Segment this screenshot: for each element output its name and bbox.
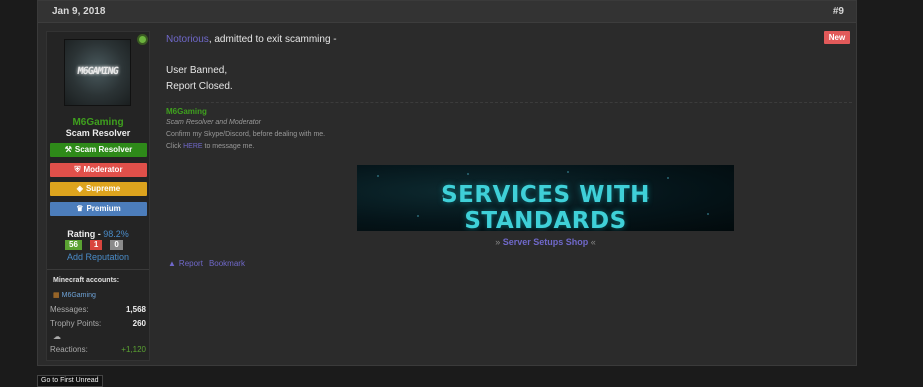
badge-scam-resolver-label: Scam Resolver (74, 145, 133, 154)
badge-supreme: ◈ Supreme (50, 182, 147, 196)
banner-star (467, 173, 469, 175)
message-line-3: Report Closed. (166, 81, 233, 92)
badge-supreme-label: Supreme (85, 184, 121, 193)
message-line-1-text: , admitted to exit scamming - (208, 34, 337, 45)
badge-scam-resolver: ⚒ Scam Resolver (50, 143, 147, 157)
signature-click-post: to message me. (202, 143, 255, 150)
bookmark-link[interactable]: Bookmark (209, 259, 245, 268)
minecraft-account-name: M6Gaming (61, 292, 96, 299)
badge-premium-label: Premium (86, 204, 121, 213)
rating-negative: 1 (89, 240, 103, 250)
banner-text: SERVICES WITH STANDARDS (441, 182, 650, 231)
online-status-icon (137, 34, 148, 45)
signature-separator (166, 102, 852, 103)
rating-neutral: 0 (110, 240, 123, 250)
stat-messages: Messages: 1,568 (50, 305, 146, 314)
shop-line: » Server Setups Shop « (166, 237, 734, 247)
go-to-first-unread-button[interactable]: Go to First Unread (37, 375, 103, 387)
badge-moderator-label: Moderator (83, 165, 123, 174)
hammer-icon: ⚒ (64, 145, 72, 154)
rating: Rating - 98.2% (47, 229, 149, 239)
minecraft-accounts-label: Minecraft accounts: (53, 277, 120, 284)
stat-messages-value[interactable]: 1,568 (126, 305, 146, 314)
minecraft-account[interactable]: ▦ M6Gaming (53, 291, 96, 299)
rating-label: Rating - (67, 229, 104, 239)
warning-icon: ▲ (168, 259, 176, 268)
user-info-panel: M6GAMING M6Gaming Scam Resolver ⚒ Scam Re… (46, 31, 150, 361)
stat-messages-label: Messages: (50, 305, 89, 314)
signature-click-pre: Click (166, 143, 184, 150)
rating-positive: 56 (65, 240, 82, 250)
diamond-icon: ◈ (76, 184, 83, 193)
shop-prefix: » (495, 237, 503, 247)
trophy-icon: ♛ (76, 204, 84, 213)
user-title: Scam Resolver (65, 128, 131, 138)
badge-premium: ♛ Premium (50, 202, 147, 216)
message-line-1: Notorious, admitted to exit scamming - (166, 34, 337, 45)
stat-trophy-value[interactable]: 260 (133, 319, 146, 328)
trophy-cloud-icon: ☁ (53, 332, 61, 341)
signature-here-link[interactable]: HERE (183, 143, 202, 150)
stat-reactions-label: Reactions: (50, 345, 88, 354)
badge-moderator: ⛨ Moderator (50, 163, 147, 177)
signature-name: M6Gaming (166, 107, 207, 116)
signature-click-line: Click HERE to message me. (166, 143, 254, 150)
message-line-2: User Banned, (166, 65, 228, 76)
banner-star (667, 177, 669, 179)
user-mention[interactable]: Notorious (166, 34, 209, 45)
post-container: Jan 9, 2018 #9 M6GAMING M6Gaming Scam Re… (37, 0, 857, 366)
shop-link[interactable]: Server Setups Shop (503, 237, 589, 247)
signature-confirm: Confirm my Skype/Discord, before dealing… (166, 131, 326, 138)
banner-star (567, 171, 569, 173)
username[interactable]: M6Gaming (47, 117, 149, 128)
stat-trophy: Trophy Points: 260 (50, 319, 146, 328)
rating-breakdown: 56 1 0 (65, 240, 123, 250)
stat-reactions: Reactions: +1,120 (50, 345, 146, 354)
new-badge: New (824, 31, 850, 44)
avatar-logo-text: M6GAMING (76, 66, 119, 77)
shop-suffix: « (588, 237, 596, 247)
stat-trophy-label: Trophy Points: (50, 319, 102, 328)
stat-reactions-value: +1,120 (121, 345, 146, 354)
banner-star (377, 175, 379, 177)
post-header: Jan 9, 2018 #9 (38, 1, 856, 23)
add-reputation-link[interactable]: Add Reputation (47, 252, 149, 262)
post-date[interactable]: Jan 9, 2018 (52, 6, 105, 17)
rating-value: 98.2% (103, 229, 129, 239)
minecraft-head-icon: ▦ (53, 292, 60, 299)
shield-icon: ⛨ (74, 165, 81, 174)
divider (47, 269, 149, 270)
avatar[interactable]: M6GAMING (64, 39, 131, 106)
report-link[interactable]: Report (179, 259, 203, 268)
post-permalink[interactable]: #9 (833, 6, 844, 17)
post-actions: ▲ Report Bookmark (168, 259, 245, 268)
signature-role: Scam Resolver and Moderator (166, 119, 261, 126)
signature-banner[interactable]: SERVICES WITH STANDARDS (357, 165, 734, 231)
